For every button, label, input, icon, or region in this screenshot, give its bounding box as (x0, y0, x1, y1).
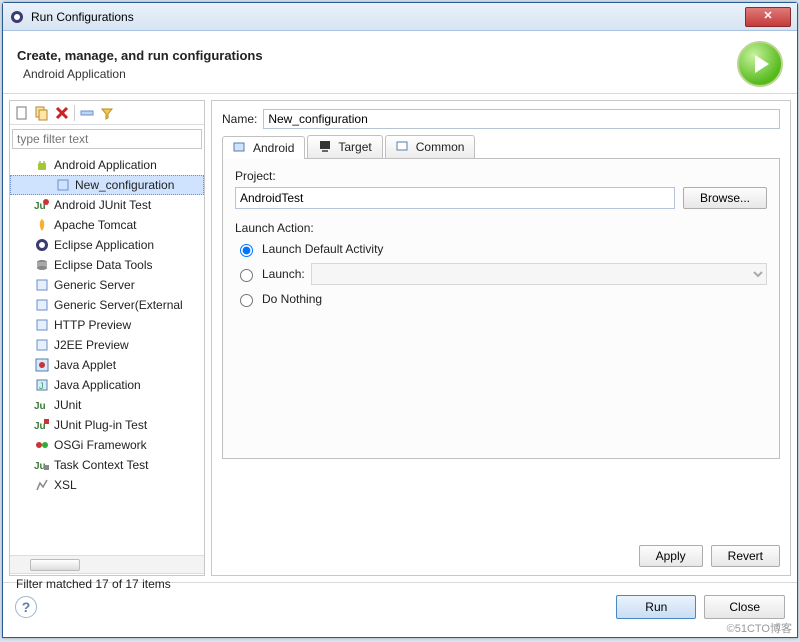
tree-item[interactable]: Ju Task Context Test (10, 455, 204, 475)
tree-item-icon (34, 157, 50, 173)
help-button[interactable]: ? (15, 596, 37, 618)
close-window-button[interactable]: ✕ (745, 7, 791, 27)
tree-item-label: Generic Server (54, 278, 135, 292)
tree-item-icon (34, 217, 50, 233)
tree-item-icon (34, 477, 50, 493)
revert-button[interactable]: Revert (711, 545, 780, 567)
radio-default-activity[interactable] (240, 244, 253, 257)
apply-button[interactable]: Apply (639, 545, 703, 567)
tab-panel: Project: Browse... Launch Action: Launch… (222, 159, 780, 459)
tree-item-icon (34, 277, 50, 293)
duplicate-icon[interactable] (34, 105, 50, 121)
tab-target[interactable]: Target (307, 135, 382, 158)
filter-status: Filter matched 17 of 17 items (10, 573, 204, 594)
tree-item-icon (34, 357, 50, 373)
tree-item-label: Generic Server(External (54, 298, 183, 312)
radio-launch[interactable] (240, 269, 253, 282)
tree-item-label: Eclipse Application (54, 238, 154, 252)
tree-item-icon: Ju (34, 397, 50, 413)
tree-item-icon: J (34, 377, 50, 393)
launch-select[interactable] (311, 263, 767, 285)
svg-text:Ju: Ju (34, 401, 46, 412)
tree-item[interactable]: Generic Server (10, 275, 204, 295)
tree-item[interactable]: Ju JUnit (10, 395, 204, 415)
tree-item[interactable]: XSL (10, 475, 204, 495)
tree-item[interactable]: HTTP Preview (10, 315, 204, 335)
tree-item-icon: Ju (34, 457, 50, 473)
config-tree[interactable]: Android Application New_configuration Ju An… (10, 153, 204, 555)
name-input[interactable] (263, 109, 780, 129)
dialog-header: Create, manage, and run configurations A… (3, 31, 797, 94)
title-bar: Run Configurations ✕ (3, 3, 797, 31)
tree-item-icon (34, 317, 50, 333)
left-panel: Android Application New_configuration Ju An… (9, 100, 205, 576)
radio-do-nothing[interactable] (240, 294, 253, 307)
project-label: Project: (235, 169, 767, 183)
tree-item[interactable]: Eclipse Application (10, 235, 204, 255)
browse-button[interactable]: Browse... (683, 187, 767, 209)
tree-item-icon (34, 337, 50, 353)
tree-item-label: Java Applet (54, 358, 116, 372)
tree-item[interactable]: Eclipse Data Tools (10, 255, 204, 275)
tree-item[interactable]: New_configuration (10, 175, 204, 195)
project-input[interactable] (235, 187, 675, 209)
svg-text:Ju: Ju (34, 461, 46, 472)
tree-item-label: Task Context Test (54, 458, 149, 472)
tree-item-label: Apache Tomcat (54, 218, 137, 232)
left-toolbar (10, 101, 204, 125)
tab-common[interactable]: Common (385, 135, 476, 158)
tree-item-label: HTTP Preview (54, 318, 131, 332)
collapse-icon[interactable] (79, 105, 95, 121)
watermark: ©51CTO博客 (727, 620, 792, 636)
tab-android[interactable]: Android (222, 136, 305, 159)
run-icon (737, 41, 783, 87)
name-label: Name: (222, 112, 257, 126)
tree-item-label: Android JUnit Test (54, 198, 151, 212)
tree-item[interactable]: Android Application (10, 155, 204, 175)
tree-item-label: JUnit (54, 398, 81, 412)
tree-item-icon (34, 297, 50, 313)
new-config-icon[interactable] (14, 105, 30, 121)
tree-item[interactable]: J Java Application (10, 375, 204, 395)
tree-item[interactable]: Java Applet (10, 355, 204, 375)
tree-item-label: JUnit Plug-in Test (54, 418, 147, 432)
tree-item-icon (55, 177, 71, 193)
tree-item-icon: Ju (34, 417, 50, 433)
tree-item-label: Android Application (54, 158, 157, 172)
tree-item-label: OSGi Framework (54, 438, 147, 452)
header-subtitle: Android Application (17, 67, 263, 81)
tree-item[interactable]: OSGi Framework (10, 435, 204, 455)
tree-item-label: Eclipse Data Tools (54, 258, 153, 272)
tree-item-label: New_configuration (75, 178, 174, 192)
app-icon (9, 9, 25, 25)
launch-action-label: Launch Action: (235, 221, 767, 235)
tree-item-icon (34, 237, 50, 253)
svg-text:Ju: Ju (34, 421, 46, 432)
header-title: Create, manage, and run configurations (17, 48, 263, 63)
tree-item[interactable]: Ju JUnit Plug-in Test (10, 415, 204, 435)
tree-item-label: J2EE Preview (54, 338, 129, 352)
tree-item-icon: Ju (34, 197, 50, 213)
tree-item[interactable]: Generic Server(External (10, 295, 204, 315)
filter-input[interactable] (12, 129, 202, 149)
tree-item-label: Java Application (54, 378, 141, 392)
horizontal-scrollbar[interactable] (10, 555, 204, 573)
tree-item[interactable]: Apache Tomcat (10, 215, 204, 235)
tree-item-label: XSL (54, 478, 77, 492)
delete-icon[interactable] (54, 105, 70, 121)
window-title: Run Configurations (31, 10, 134, 24)
run-button[interactable]: Run (616, 595, 696, 619)
close-button[interactable]: Close (704, 595, 785, 619)
tree-item-icon (34, 257, 50, 273)
filter-icon[interactable] (99, 105, 115, 121)
tree-item-icon (34, 437, 50, 453)
svg-text:J: J (39, 381, 44, 391)
right-panel: Name: Android Target Common Project: Bro… (211, 100, 791, 576)
tree-item[interactable]: J2EE Preview (10, 335, 204, 355)
tree-item[interactable]: Ju Android JUnit Test (10, 195, 204, 215)
